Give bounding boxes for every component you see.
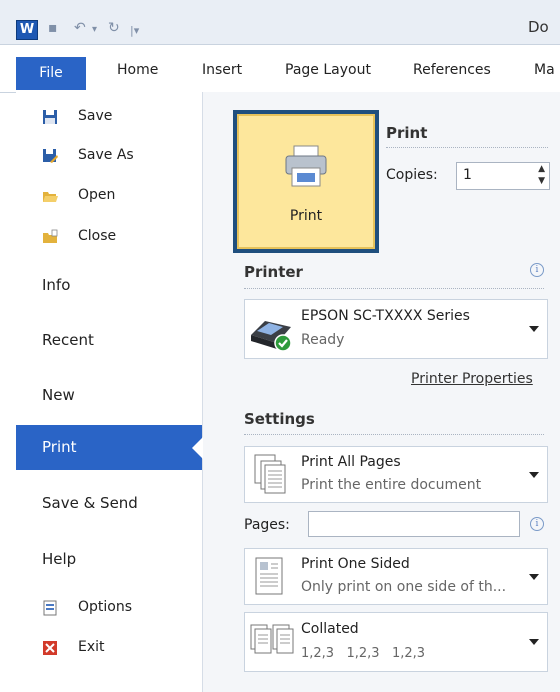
- divider: [386, 147, 548, 148]
- word-app-icon[interactable]: W: [16, 20, 38, 40]
- chevron-down-icon: [529, 326, 539, 332]
- all-pages-icon: [254, 454, 286, 494]
- nav-print[interactable]: Print: [16, 425, 203, 470]
- selected-arrow-icon: [192, 437, 203, 459]
- save-icon: [43, 110, 57, 124]
- tab-page-layout[interactable]: Page Layout: [285, 62, 371, 78]
- print-heading: Print: [386, 124, 428, 142]
- open-folder-icon: [43, 192, 58, 202]
- customize-toolbar-icon[interactable]: |▾: [130, 24, 139, 37]
- nav-options[interactable]: Options: [16, 599, 202, 619]
- printer-info-icon[interactable]: i: [530, 263, 544, 277]
- printer-name: EPSON SC-TXXXX Series: [301, 308, 470, 324]
- nav-close[interactable]: Close: [16, 228, 202, 248]
- tab-home[interactable]: Home: [117, 62, 158, 78]
- exit-icon: [43, 641, 57, 655]
- printer-heading: Printer: [244, 263, 303, 281]
- settings-heading: Settings: [244, 410, 315, 428]
- copies-input[interactable]: 1 ▲ ▼: [456, 162, 550, 190]
- redo-icon[interactable]: ↻: [108, 20, 120, 36]
- print-range-desc: Print the entire document: [301, 477, 482, 493]
- pages-label: Pages:: [244, 517, 290, 533]
- printer-dropdown[interactable]: EPSON SC-TXXXX Series Ready: [244, 299, 548, 359]
- close-folder-icon: [43, 229, 58, 243]
- collated-icon: [250, 624, 294, 654]
- pages-info-icon[interactable]: i: [530, 517, 544, 531]
- tab-file[interactable]: File: [16, 57, 86, 90]
- sides-dropdown[interactable]: Print One Sided Only print on one side o…: [244, 548, 548, 605]
- one-sided-icon: [255, 557, 283, 595]
- pages-input[interactable]: [308, 511, 520, 537]
- nav-exit[interactable]: Exit: [16, 639, 202, 659]
- collation-dropdown[interactable]: Collated 1,2,3 1,2,3 1,2,3: [244, 612, 548, 672]
- printer-device-icon: [251, 321, 292, 352]
- tab-insert[interactable]: Insert: [202, 62, 242, 78]
- undo-dropdown-icon[interactable]: ▾: [92, 24, 97, 35]
- divider: [244, 434, 544, 435]
- sides-title: Print One Sided: [301, 556, 410, 572]
- tab-mailings[interactable]: Ma: [534, 62, 555, 78]
- printer-status: Ready: [301, 332, 345, 348]
- printer-icon: [285, 145, 327, 187]
- chevron-down-icon: [529, 573, 539, 580]
- save-as-icon: [43, 149, 58, 163]
- nav-save[interactable]: Save: [16, 108, 202, 128]
- chevron-down-icon: [529, 639, 539, 645]
- sides-desc: Only print on one side of th...: [301, 579, 507, 595]
- quick-save-icon[interactable]: ▪: [48, 20, 58, 36]
- print-button[interactable]: Print: [237, 114, 375, 249]
- options-icon: [43, 600, 57, 616]
- copies-spinner-icon[interactable]: ▲ ▼: [538, 163, 545, 187]
- nav-save-as[interactable]: Save As: [16, 147, 202, 167]
- tab-references[interactable]: References: [413, 62, 491, 78]
- print-range-dropdown[interactable]: Print All Pages Print the entire documen…: [244, 446, 548, 503]
- collation-desc: 1,2,3 1,2,3 1,2,3: [301, 646, 426, 661]
- undo-icon[interactable]: ↶: [74, 20, 86, 36]
- collation-title: Collated: [301, 621, 359, 637]
- divider: [244, 288, 544, 289]
- title-bar: W ▪ ↶ ▾ ↻ |▾ Do: [0, 0, 560, 45]
- printer-properties-link[interactable]: Printer Properties: [411, 371, 533, 387]
- copies-label: Copies:: [386, 167, 438, 183]
- chevron-down-icon: [529, 471, 539, 478]
- window-title: Do: [528, 18, 549, 36]
- print-range-title: Print All Pages: [301, 454, 401, 470]
- nav-open[interactable]: Open: [16, 187, 202, 207]
